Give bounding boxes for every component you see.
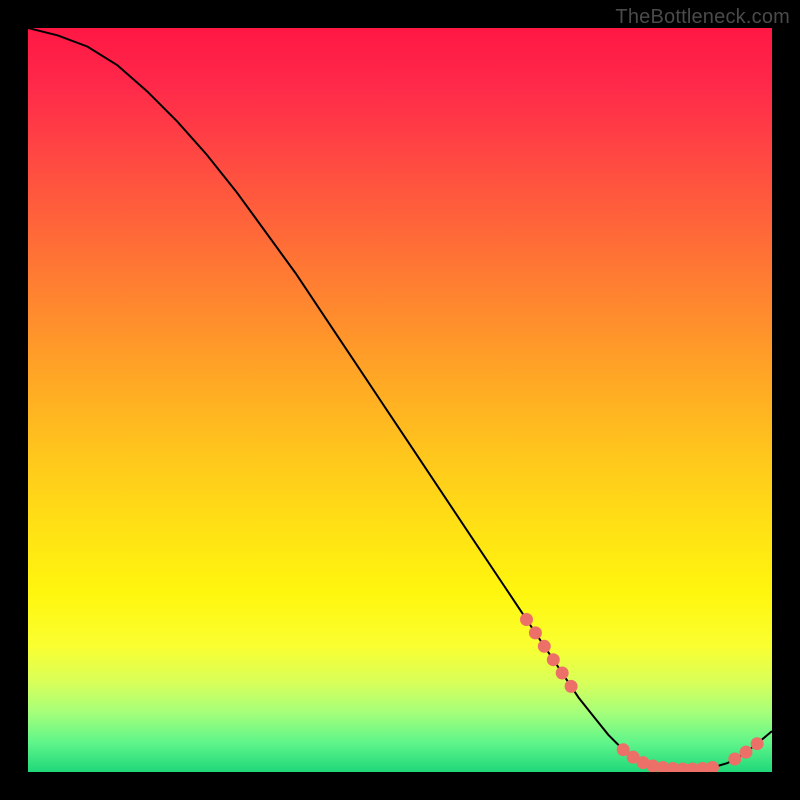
data-point [740,746,753,759]
attribution-text: TheBottleneck.com [615,6,790,29]
chart-overlay [28,28,772,772]
data-point [728,753,741,766]
data-point [751,737,764,750]
data-point [538,640,551,653]
bottleneck-curve [28,28,772,769]
data-point [529,626,542,639]
data-point [547,653,560,666]
data-point [556,667,569,680]
data-point [520,613,533,626]
chart-outer-frame: TheBottleneck.com [0,0,800,800]
data-point [565,680,578,693]
plot-area [28,28,772,772]
data-markers [520,613,764,772]
data-point [706,761,719,772]
